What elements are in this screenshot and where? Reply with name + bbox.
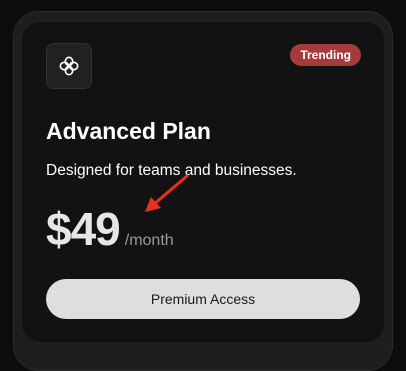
pricing-card: Trending Advanced Plan Designed for team… [22, 22, 384, 342]
plan-title: Advanced Plan [46, 118, 211, 144]
plan-icon-box [46, 43, 92, 89]
annotation-arrow-icon [145, 174, 189, 212]
premium-access-button[interactable]: Premium Access [46, 279, 360, 319]
trending-badge: Trending [290, 44, 361, 66]
price-amount: $49 [46, 203, 121, 255]
flower-icon [59, 56, 79, 76]
price-period: /month [124, 232, 174, 249]
